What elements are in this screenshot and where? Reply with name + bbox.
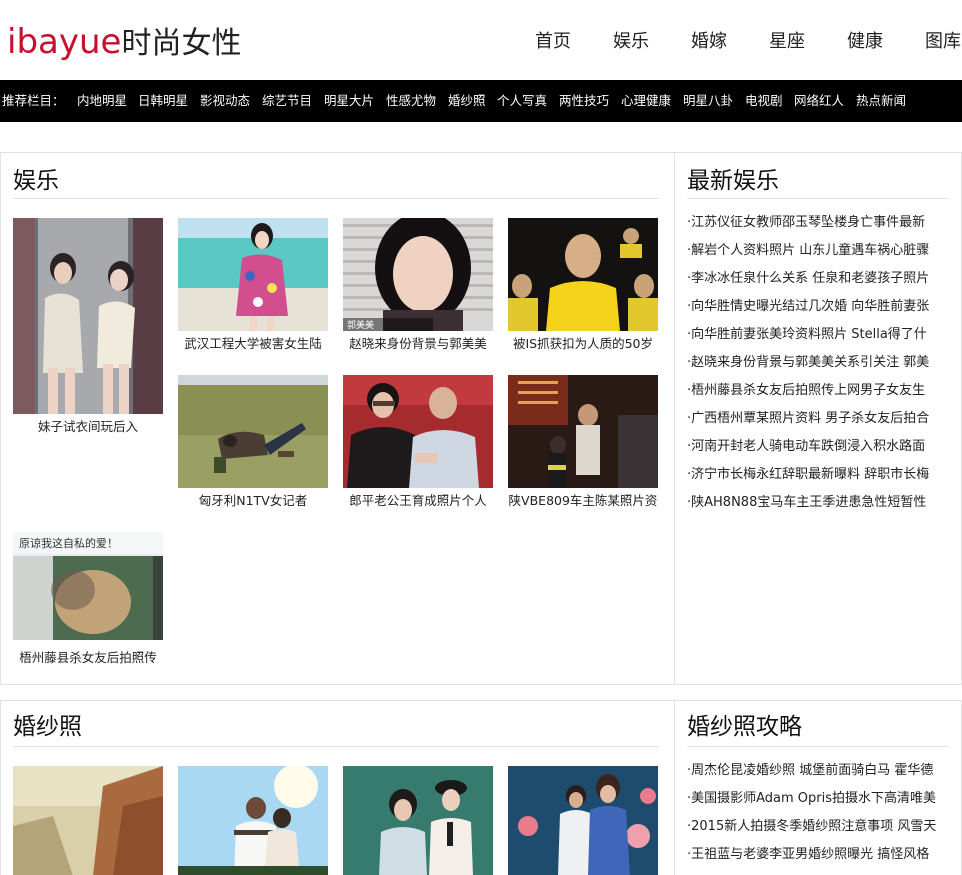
panel-divider	[674, 701, 675, 875]
thumb-caption[interactable]: 被IS抓获扣为人质的50岁	[508, 335, 658, 353]
thumb-caption[interactable]: 陕VBE809车主陈某照片资	[508, 492, 658, 510]
thumb-image[interactable]	[508, 218, 658, 331]
recommend-link[interactable]: 影视动态	[200, 80, 250, 122]
thumb-caption[interactable]: 郎平老公王育成照片个人	[343, 492, 493, 510]
recommend-link[interactable]: 网络红人	[794, 80, 844, 122]
thumb-caption[interactable]: 梧州藤县杀女友后拍照传	[13, 649, 163, 667]
recommend-label: 推荐栏目：	[2, 93, 65, 108]
thumb-image[interactable]	[13, 766, 163, 875]
side-rule	[687, 198, 949, 199]
nav-horoscope[interactable]: 星座	[769, 28, 805, 56]
news-item[interactable]: ·济宁市长梅永红辞职最新曝料 辞职市长梅	[687, 466, 949, 484]
thumb-caption[interactable]: 匈牙利N1TV女记者	[178, 492, 328, 510]
recommend-bar: 推荐栏目： 内地明星 日韩明星 影视动态 综艺节目 明星大片 性感尤物 婚纱照 …	[0, 80, 962, 122]
thumb-caption[interactable]: 赵晓来身份背景与郭美美	[343, 335, 493, 353]
section-title-wedding: 婚纱照	[13, 714, 82, 740]
section-title-entertainment: 娱乐	[13, 168, 59, 194]
news-item[interactable]: ·梧州藤县杀女友后拍照传上网男子女友生	[687, 382, 949, 400]
thumb-image[interactable]	[178, 218, 328, 331]
recommend-link[interactable]: 明星八卦	[683, 80, 733, 122]
recommend-link[interactable]: 婚纱照	[448, 80, 486, 122]
thumb-image[interactable]	[13, 218, 163, 414]
section-rule	[13, 198, 659, 199]
thumb-image[interactable]	[343, 766, 493, 875]
thumb-overlay-text: 郭美美	[347, 319, 374, 331]
news-link[interactable]: ·向华胜前妻张美玲资料照片 Stella得了什	[687, 327, 927, 342]
news-link[interactable]: ·陕AH8N88宝马车主王季进患急性短暂性	[687, 495, 926, 510]
recommend-link[interactable]: 日韩明星	[138, 80, 188, 122]
recommend-link[interactable]: 热点新闻	[856, 80, 906, 122]
recommend-link[interactable]: 两性技巧	[559, 80, 609, 122]
news-item[interactable]: ·陕AH8N88宝马车主王季进患急性短暂性	[687, 494, 949, 512]
news-item[interactable]: ·美国摄影师Adam Opris拍摄水下高清唯美	[687, 790, 949, 808]
thumb-overlay-text: 原谅我这自私的爱！	[19, 536, 118, 550]
thumb-image[interactable]: 郭美美	[343, 218, 493, 331]
nav-wedding[interactable]: 婚嫁	[691, 28, 727, 56]
news-item[interactable]: ·解岩个人资料照片 山东儿童遇车祸心脏骤	[687, 242, 949, 260]
news-link[interactable]: ·河南开封老人骑电动车跌倒浸入积水路面	[687, 439, 925, 454]
news-link[interactable]: ·王祖蓝与老婆李亚男婚纱照曝光 搞怪风格	[687, 847, 929, 862]
thumb-caption[interactable]: 妹子试衣间玩后入	[13, 418, 163, 436]
recommend-link[interactable]: 个人写真	[497, 80, 547, 122]
news-item[interactable]: ·向华胜前妻张美玲资料照片 Stella得了什	[687, 326, 949, 344]
news-item[interactable]: ·2015新人拍摄冬季婚纱照注意事项 风雪天	[687, 818, 949, 836]
entertainment-panel: 娱乐 最新娱乐 妹子试衣间玩后入 武汉工程大学被害女生陆 郭美美 赵晓来身份背景…	[0, 152, 962, 685]
recommend-link[interactable]: 性感尤物	[386, 80, 436, 122]
news-link[interactable]: ·广西梧州覃某照片资料 男子杀女友后拍合	[687, 411, 929, 426]
recommend-link[interactable]: 心理健康	[621, 80, 671, 122]
side-title-latest-entertainment: 最新娱乐	[687, 168, 779, 194]
panel-divider	[674, 153, 675, 684]
thumb-image[interactable]	[178, 766, 328, 875]
news-link[interactable]: ·赵晓来身份背景与郭美美关系引关注 郭美	[687, 355, 929, 370]
recommend-link[interactable]: 综艺节目	[262, 80, 312, 122]
wedding-panel: 婚纱照 婚纱照攻略 ·周杰伦昆凌婚纱照 城堡前面骑白马 霍华德 ·美国摄影师Ad…	[0, 700, 962, 875]
news-item[interactable]: ·周杰伦昆凌婚纱照 城堡前面骑白马 霍华德	[687, 762, 949, 780]
nav-gallery[interactable]: 图库	[925, 28, 961, 56]
news-link[interactable]: ·周杰伦昆凌婚纱照 城堡前面骑白马 霍华德	[687, 763, 933, 778]
thumb-image[interactable]: 原谅我这自私的爱！	[13, 532, 163, 640]
news-item[interactable]: ·赵晓来身份背景与郭美美关系引关注 郭美	[687, 354, 949, 372]
nav-home[interactable]: 首页	[535, 28, 571, 56]
section-rule	[13, 746, 659, 747]
thumb-image[interactable]	[343, 375, 493, 488]
news-item[interactable]: ·向华胜情史曝光结过几次婚 向华胜前妻张	[687, 298, 949, 316]
thumb-image[interactable]	[508, 766, 658, 875]
news-link[interactable]: ·济宁市长梅永红辞职最新曝料 辞职市长梅	[687, 467, 929, 482]
top-nav: 首页 娱乐 婚嫁 星座 健康 图库	[0, 28, 962, 58]
recommend-link[interactable]: 明星大片	[324, 80, 374, 122]
news-link[interactable]: ·解岩个人资料照片 山东儿童遇车祸心脏骤	[687, 243, 929, 258]
news-item[interactable]: ·广西梧州覃某照片资料 男子杀女友后拍合	[687, 410, 949, 428]
news-link[interactable]: ·梧州藤县杀女友后拍照传上网男子女友生	[687, 383, 925, 398]
nav-entertainment[interactable]: 娱乐	[613, 28, 649, 56]
news-item[interactable]: ·江苏仪征女教师邵玉琴坠楼身亡事件最新	[687, 214, 949, 232]
news-link[interactable]: ·美国摄影师Adam Opris拍摄水下高清唯美	[687, 791, 936, 806]
news-item[interactable]: ·王祖蓝与老婆李亚男婚纱照曝光 搞怪风格	[687, 846, 949, 864]
side-rule	[687, 746, 949, 747]
header: ibayue时尚女性 首页 娱乐 婚嫁 星座 健康 图库	[0, 0, 962, 80]
thumb-image[interactable]	[178, 375, 328, 488]
news-link[interactable]: ·2015新人拍摄冬季婚纱照注意事项 风雪天	[687, 819, 936, 834]
nav-health[interactable]: 健康	[847, 28, 883, 56]
recommend-link[interactable]: 电视剧	[745, 80, 783, 122]
thumb-caption[interactable]: 武汉工程大学被害女生陆	[178, 335, 328, 353]
news-link[interactable]: ·李冰冰任泉什么关系 任泉和老婆孩子照片	[687, 271, 929, 286]
news-item[interactable]: ·河南开封老人骑电动车跌倒浸入积水路面	[687, 438, 949, 456]
news-link[interactable]: ·向华胜情史曝光结过几次婚 向华胜前妻张	[687, 299, 929, 314]
recommend-link[interactable]: 内地明星	[77, 80, 127, 122]
news-item[interactable]: ·李冰冰任泉什么关系 任泉和老婆孩子照片	[687, 270, 949, 288]
thumb-image[interactable]	[508, 375, 658, 488]
news-link[interactable]: ·江苏仪征女教师邵玉琴坠楼身亡事件最新	[687, 215, 925, 230]
side-title-wedding-guide: 婚纱照攻略	[687, 714, 802, 740]
